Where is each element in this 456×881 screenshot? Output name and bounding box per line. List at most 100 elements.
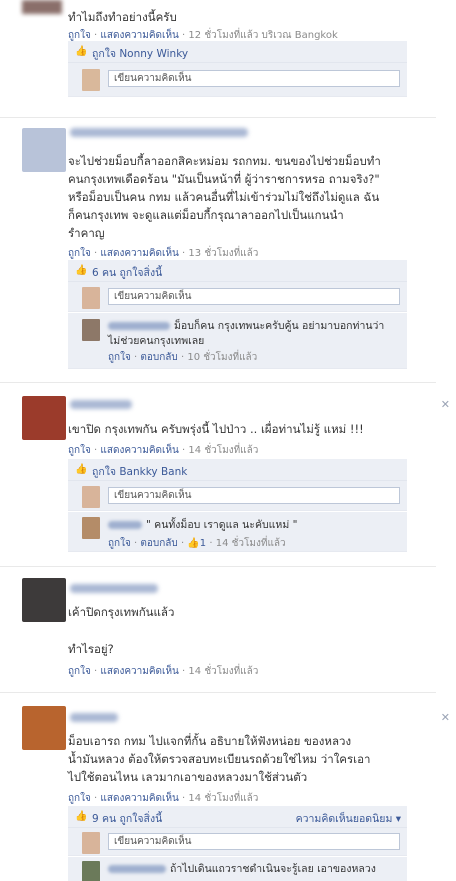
likes-bar: 👍 ถูกใจ Nonny Winky — [68, 41, 407, 63]
reply-author[interactable] — [108, 322, 170, 330]
post-message: เค้าปิดกรุงเทพกันแล้ว — [68, 605, 175, 619]
avatar[interactable] — [22, 578, 66, 622]
comment-link[interactable]: แสดงความคิดเห็น — [100, 30, 178, 41]
avatar[interactable] — [22, 396, 66, 440]
avatar[interactable] — [22, 706, 66, 750]
author-name[interactable] — [70, 400, 132, 409]
comment-link[interactable]: แสดงความคิดเห็น — [100, 793, 178, 804]
post-meta: ถูกใจ · แสดงความคิดเห็น · 14 ชั่วโมงที่แ… — [68, 666, 259, 677]
thumbs-up-icon: 👍 — [75, 46, 88, 57]
close-icon[interactable]: ✕ — [441, 711, 450, 724]
reply-like-link[interactable]: ถูกใจ — [108, 538, 131, 549]
chevron-down-icon: ▾ — [395, 813, 401, 825]
timestamp[interactable]: 14 ชั่วโมงที่แล้ว — [188, 445, 258, 456]
reply-text: ม็อบก็คน กรุงเทพนะครับคู้น อย่ามาบอกท่าน… — [108, 319, 384, 349]
reply-line: ไม่ช่วยคนกรุงเทพเลย — [108, 335, 205, 347]
top-comments-label: ความคิดเห็นยอดนิยม — [295, 813, 393, 825]
comment-input[interactable]: เขียนความคิดเห็น — [108, 487, 400, 504]
like-link[interactable]: ถูกใจ — [68, 666, 91, 677]
reply-link[interactable]: ตอบกลับ — [140, 538, 177, 549]
message-line: ก็คนกรุงเทพ จะดูแลแต่ม็อบกี้กรุณาลาออกไป… — [68, 208, 344, 222]
avatar — [82, 832, 100, 854]
post-message: ทำไมถึงทำอย่างนี้ครับ — [68, 10, 177, 24]
reply-line: ม็อบก็คน กรุงเทพนะครับคู้น อย่ามาบอกท่าน… — [174, 320, 385, 332]
message-line: คนกรุงเทพเดือดร้อน "มันเป็นหน้าที่ ผู้ว่… — [68, 172, 380, 186]
message-line: ม็อบเอารถ กทม ไปแจกที่กั้น อธิบายให้ฟังห… — [68, 734, 352, 748]
comment-box: เขียนความคิดเห็น — [68, 828, 407, 856]
thumbs-up-icon: 👍 — [75, 464, 88, 475]
reply-meta: ถูกใจ · ตอบกลับ · 👍1 · 14 ชั่วโมงที่แล้ว — [108, 538, 286, 549]
post-message: ม็อบเอารถ กทม ไปแจกที่กั้น อธิบายให้ฟังห… — [68, 732, 370, 786]
likes-text[interactable]: 6 คน ถูกใจสิ่งนี้ — [92, 264, 162, 281]
comment-box: เขียนความคิดเห็น — [68, 282, 407, 312]
post-meta: ถูกใจ · แสดงความคิดเห็น · 14 ชั่วโมงที่แ… — [68, 793, 259, 804]
likes-bar: 👍 9 คน ถูกใจสิ่งนี้ ความคิดเห็นยอดนิยม ▾ — [68, 806, 407, 828]
post-meta: ถูกใจ · แสดงความคิดเห็น · 14 ชั่วโมงที่แ… — [68, 445, 259, 456]
avatar[interactable] — [22, 128, 66, 172]
comment-link[interactable]: แสดงความคิดเห็น — [100, 666, 178, 677]
reply-link[interactable]: ตอบกลับ — [140, 352, 177, 363]
divider — [0, 117, 436, 118]
comment-input[interactable]: เขียนความคิดเห็น — [108, 70, 400, 87]
reply-text: " คนทั้งม็อบ เราดูแล นะคับแหม่ " — [108, 518, 297, 533]
message-line: น้ำมันหลวง ต้องให้ตรวจสอบทะเบียนรถด้วยใช… — [68, 752, 371, 766]
timestamp[interactable]: 10 ชั่วโมงที่แล้ว — [187, 352, 257, 363]
post-message: ทำไรอยู่? — [68, 642, 114, 656]
comment-box: เขียนความคิดเห็น — [68, 63, 407, 97]
likes-text[interactable]: ถูกใจ Nonny Winky — [92, 45, 188, 62]
thumbs-up-icon: 👍 — [75, 265, 88, 276]
message-line: จะไปช่วยม็อบกี้ลาออกสิคะหม่อม รถกทม. ขนข… — [68, 154, 381, 168]
comment-input[interactable]: เขียนความคิดเห็น — [108, 833, 400, 850]
close-icon[interactable]: ✕ — [441, 398, 450, 411]
author-name[interactable] — [70, 713, 118, 722]
reply-like-count[interactable]: 1 — [200, 538, 206, 549]
like-link[interactable]: ถูกใจ — [68, 445, 91, 456]
comment-link[interactable]: แสดงความคิดเห็น — [100, 248, 178, 259]
like-link[interactable]: ถูกใจ — [68, 248, 91, 259]
like-link[interactable]: ถูกใจ — [68, 793, 91, 804]
avatar — [82, 69, 100, 91]
divider — [0, 382, 436, 383]
message-line: ไปใช้ตอนไหน เลวมากเอาของหลวงมาใช้ส่วนตัว — [68, 770, 308, 784]
reply-author[interactable] — [108, 521, 142, 529]
reply-line: ถ้าไปเดินแถวราชดำเนินจะรู้เลย เอาของหลวง — [170, 863, 376, 875]
top-comments-dropdown[interactable]: ความคิดเห็นยอดนิยม ▾ — [296, 810, 401, 827]
reply-author[interactable] — [108, 865, 166, 873]
avatar[interactable] — [82, 861, 100, 881]
post-message: เขาปิด กรุงเทพกัน ครับพรุ่งนี้ ไปป่าว ..… — [68, 422, 364, 436]
timestamp[interactable]: 13 ชั่วโมงที่แล้ว — [188, 248, 258, 259]
post-meta: ถูกใจ · แสดงความคิดเห็น · 13 ชั่วโมงที่แ… — [68, 248, 259, 259]
timestamp[interactable]: 14 ชั่วโมงที่แล้ว — [188, 666, 258, 677]
thumbs-up-icon: 👍 — [75, 811, 88, 822]
comment-link[interactable]: แสดงความคิดเห็น — [100, 445, 178, 456]
author-name[interactable] — [70, 128, 248, 137]
message-line: หรือม็อบเป็นคน กทม แล้วคนอื่นที่ไม่เข้าร… — [68, 190, 380, 204]
like-link[interactable]: ถูกใจ — [68, 30, 91, 41]
avatar — [82, 287, 100, 309]
reply-like-link[interactable]: ถูกใจ — [108, 352, 131, 363]
likes-bar: 👍 6 คน ถูกใจสิ่งนี้ — [68, 260, 407, 282]
author-name[interactable] — [70, 584, 158, 593]
comment-input[interactable]: เขียนความคิดเห็น — [108, 288, 400, 305]
comment-box: เขียนความคิดเห็น — [68, 481, 407, 511]
timestamp[interactable]: 12 ชั่วโมงที่แล้ว — [188, 30, 258, 41]
post-message: จะไปช่วยม็อบกี้ลาออกสิคะหม่อม รถกทม. ขนข… — [68, 152, 381, 242]
location[interactable]: บริเวณ Bangkok — [262, 30, 338, 41]
reply-comment: ม็อบก็คน กรุงเทพนะครับคู้น อย่ามาบอกท่าน… — [68, 313, 407, 369]
divider — [0, 692, 436, 693]
reply-comment: " คนทั้งม็อบ เราดูแล นะคับแหม่ " ถูกใจ ·… — [68, 512, 407, 552]
avatar[interactable] — [82, 319, 100, 341]
reply-comment: ถ้าไปเดินแถวราชดำเนินจะรู้เลย เอาของหลวง — [68, 857, 407, 881]
timestamp[interactable]: 14 ชั่วโมงที่แล้ว — [188, 793, 258, 804]
divider — [0, 566, 436, 567]
avatar[interactable] — [22, 0, 62, 14]
reply-text: ถ้าไปเดินแถวราชดำเนินจะรู้เลย เอาของหลวง — [108, 862, 376, 877]
avatar[interactable] — [82, 517, 100, 539]
thumbs-up-icon[interactable]: 👍 — [187, 538, 199, 549]
message-line: รำคาญ — [68, 226, 105, 240]
likes-text[interactable]: ถูกใจ Bankky Bank — [92, 463, 187, 480]
likes-text[interactable]: 9 คน ถูกใจสิ่งนี้ — [92, 810, 162, 827]
likes-bar: 👍 ถูกใจ Bankky Bank — [68, 459, 407, 481]
reply-meta: ถูกใจ · ตอบกลับ · 10 ชั่วโมงที่แล้ว — [108, 352, 258, 363]
timestamp[interactable]: 14 ชั่วโมงที่แล้ว — [216, 538, 286, 549]
